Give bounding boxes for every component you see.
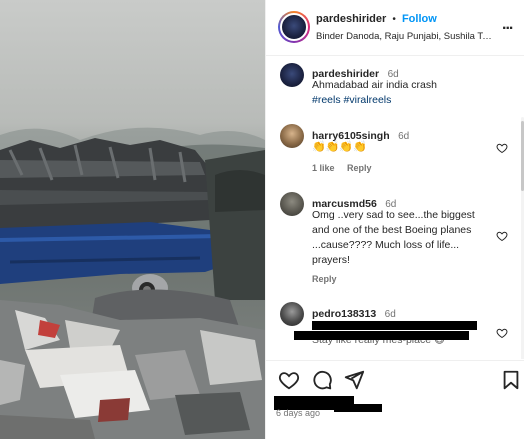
comment-text: 👏👏👏👏 (312, 141, 367, 153)
redaction-bar (334, 404, 382, 412)
crash-scene-image (0, 127, 265, 439)
follow-button[interactable]: Follow (402, 13, 437, 25)
action-bar (266, 360, 524, 400)
avatar[interactable] (280, 192, 304, 216)
share-icon[interactable] (343, 369, 365, 391)
heart-icon[interactable] (496, 230, 508, 242)
comment-text: Ahmadabad air india crash (312, 79, 437, 91)
comment-time: 6d (398, 131, 410, 142)
more-options-button[interactable]: ... (502, 16, 513, 34)
post-media[interactable] (0, 0, 265, 439)
avatar[interactable] (280, 302, 304, 326)
reply-button[interactable]: Reply (347, 163, 372, 173)
redaction-bar (294, 331, 469, 340)
header-line: pardeshirider • Follow (316, 13, 437, 25)
post-time: 6 days ago (276, 408, 321, 418)
heart-icon[interactable] (496, 142, 508, 154)
comment-text-line: Omg ..very sad to see...the biggest (312, 209, 475, 221)
avatar[interactable] (280, 63, 304, 87)
comment-text-line: and one of the best Boeing planes (312, 224, 472, 236)
redaction-bar (312, 321, 477, 330)
post-side-panel: pardeshirider • Follow Binder Danoda, Ra… (265, 0, 524, 439)
like-count[interactable]: 1 like (312, 163, 335, 173)
heart-icon[interactable] (496, 327, 508, 339)
avatar[interactable] (280, 124, 304, 148)
more-icon: ... (502, 16, 513, 33)
comment-time: 6d (384, 309, 396, 320)
comment-username[interactable]: pedro138313 (312, 308, 376, 320)
separator-dot: • (392, 14, 396, 25)
reply-button[interactable]: Reply (312, 274, 337, 284)
hashtags[interactable]: #reels #viralreels (312, 93, 391, 108)
audio-info-link[interactable]: Binder Danoda, Raju Punjabi, Sushila Tak… (316, 31, 496, 42)
comment-text-line: prayers! (312, 254, 350, 266)
comment-header: pedro138313 6d (312, 304, 396, 322)
heart-icon[interactable] (278, 369, 300, 391)
comment-meta: 1 like Reply (312, 163, 382, 173)
bookmark-icon[interactable] (500, 369, 522, 391)
author-username[interactable]: pardeshirider (316, 13, 386, 25)
comments-list[interactable]: pardeshirider 6d Ahmadabad air india cra… (266, 57, 524, 359)
post-header: pardeshirider • Follow Binder Danoda, Ra… (266, 0, 524, 56)
author-avatar[interactable] (278, 11, 310, 43)
comment-icon[interactable] (311, 369, 333, 391)
comment-text-line: ...cause???? Much loss of life... (312, 239, 460, 251)
comment-meta: Reply (312, 274, 347, 284)
